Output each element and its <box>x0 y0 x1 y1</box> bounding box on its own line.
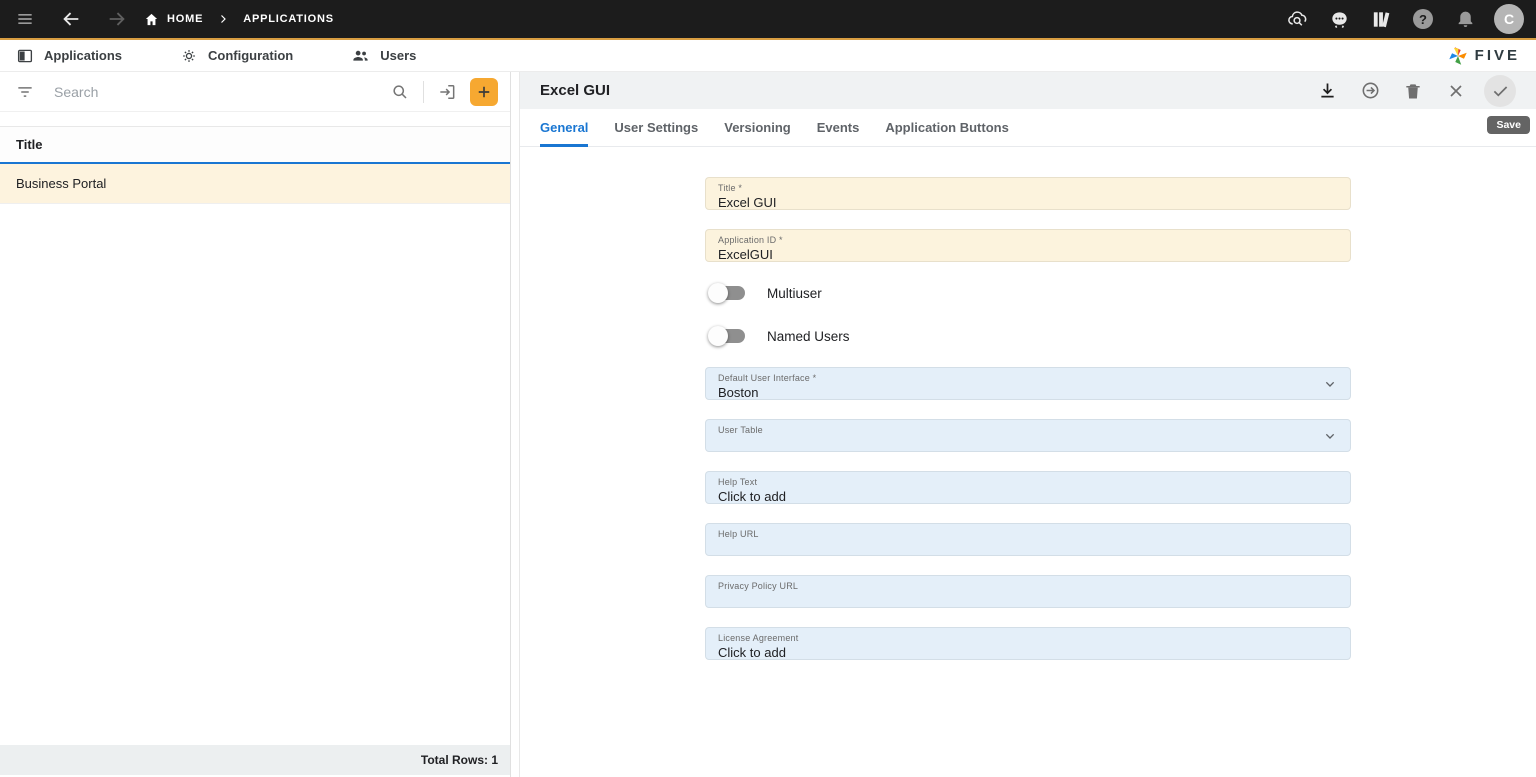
tab-user-settings[interactable]: User Settings <box>614 109 698 147</box>
breadcrumb-applications[interactable]: APPLICATIONS <box>243 13 334 25</box>
filter-icon[interactable] <box>12 79 38 105</box>
multiuser-switch[interactable] <box>711 286 745 300</box>
breadcrumb-home[interactable]: HOME <box>144 12 203 27</box>
detail-title: Excel GUI <box>540 82 1312 99</box>
cloud-inspect-icon[interactable] <box>1284 6 1310 32</box>
top-app-bar: HOME APPLICATIONS <box>0 0 1536 40</box>
save-check-icon[interactable] <box>1484 75 1516 107</box>
named-users-toggle-row: Named Users <box>705 324 1351 348</box>
forward-arrow-icon[interactable] <box>104 6 130 32</box>
nav-item-users[interactable]: Users <box>351 46 416 65</box>
secondary-nav: Applications Configuration Users <box>0 40 1536 72</box>
search-icon[interactable] <box>387 79 413 105</box>
configuration-gear-icon <box>180 47 198 65</box>
download-icon[interactable] <box>1312 76 1342 106</box>
table-footer: Total Rows: 1 <box>0 745 510 775</box>
general-form: Title * Excel GUI Application ID * Excel… <box>520 147 1536 777</box>
close-icon[interactable] <box>1441 76 1471 106</box>
title-field[interactable]: Title * Excel GUI <box>705 177 1351 210</box>
help-icon[interactable]: ? <box>1410 6 1436 32</box>
breadcrumb-chevron-icon <box>217 13 229 25</box>
library-books-icon[interactable] <box>1368 6 1394 32</box>
save-tooltip: Save <box>1487 116 1530 134</box>
table-header-title[interactable]: Title <box>0 126 510 164</box>
open-run-icon[interactable] <box>1355 76 1385 106</box>
application-id-field[interactable]: Application ID * ExcelGUI <box>705 229 1351 262</box>
add-application-button[interactable] <box>470 78 498 106</box>
nav-item-configuration[interactable]: Configuration <box>180 47 293 65</box>
tab-versioning[interactable]: Versioning <box>724 109 790 147</box>
application-detail-panel: Excel GUI General <box>519 72 1536 777</box>
tab-general[interactable]: General <box>540 109 588 147</box>
named-users-switch[interactable] <box>711 329 745 343</box>
applications-list-panel: Title Business Portal Total Rows: 1 <box>0 72 511 777</box>
help-text-field[interactable]: Help Text Click to add <box>705 471 1351 504</box>
help-url-field[interactable]: Help URL <box>705 523 1351 556</box>
chevron-down-icon <box>1322 376 1338 392</box>
toolbar-divider <box>423 81 424 103</box>
table-empty-space <box>0 204 510 745</box>
panel-gap <box>511 72 519 777</box>
delete-trash-icon[interactable] <box>1398 76 1428 106</box>
list-search-toolbar <box>0 72 510 112</box>
assistant-bot-icon[interactable] <box>1326 6 1352 32</box>
detail-tabs: General User Settings Versioning Events … <box>520 109 1536 147</box>
license-agreement-field[interactable]: License Agreement Click to add <box>705 627 1351 660</box>
five-pinwheel-icon <box>1447 45 1469 67</box>
applications-table: Title Business Portal Total Rows: 1 <box>0 126 510 777</box>
users-people-icon <box>351 46 370 65</box>
applications-panel-icon <box>16 47 34 65</box>
chevron-down-icon <box>1322 428 1338 444</box>
table-row[interactable]: Business Portal <box>0 164 510 204</box>
five-logo: FIVE <box>1447 45 1520 67</box>
plus-icon <box>475 83 493 101</box>
privacy-policy-url-field[interactable]: Privacy Policy URL <box>705 575 1351 608</box>
default-user-interface-select[interactable]: Default User Interface * Boston <box>705 367 1351 400</box>
nav-item-applications[interactable]: Applications <box>16 47 122 65</box>
breadcrumb: HOME APPLICATIONS <box>144 12 334 27</box>
back-arrow-icon[interactable] <box>58 6 84 32</box>
notifications-bell-icon[interactable] <box>1452 6 1478 32</box>
tab-events[interactable]: Events <box>817 109 860 147</box>
tab-application-buttons[interactable]: Application Buttons <box>885 109 1009 147</box>
user-table-select[interactable]: User Table <box>705 419 1351 452</box>
multiuser-toggle-row: Multiuser <box>705 281 1351 305</box>
total-rows-label: Total Rows: 1 <box>421 753 498 767</box>
search-input[interactable] <box>54 84 377 100</box>
hamburger-menu-icon[interactable] <box>12 6 38 32</box>
import-login-icon[interactable] <box>434 79 460 105</box>
home-icon <box>144 12 159 27</box>
user-avatar[interactable]: C <box>1494 4 1524 34</box>
detail-header: Excel GUI <box>520 72 1536 109</box>
